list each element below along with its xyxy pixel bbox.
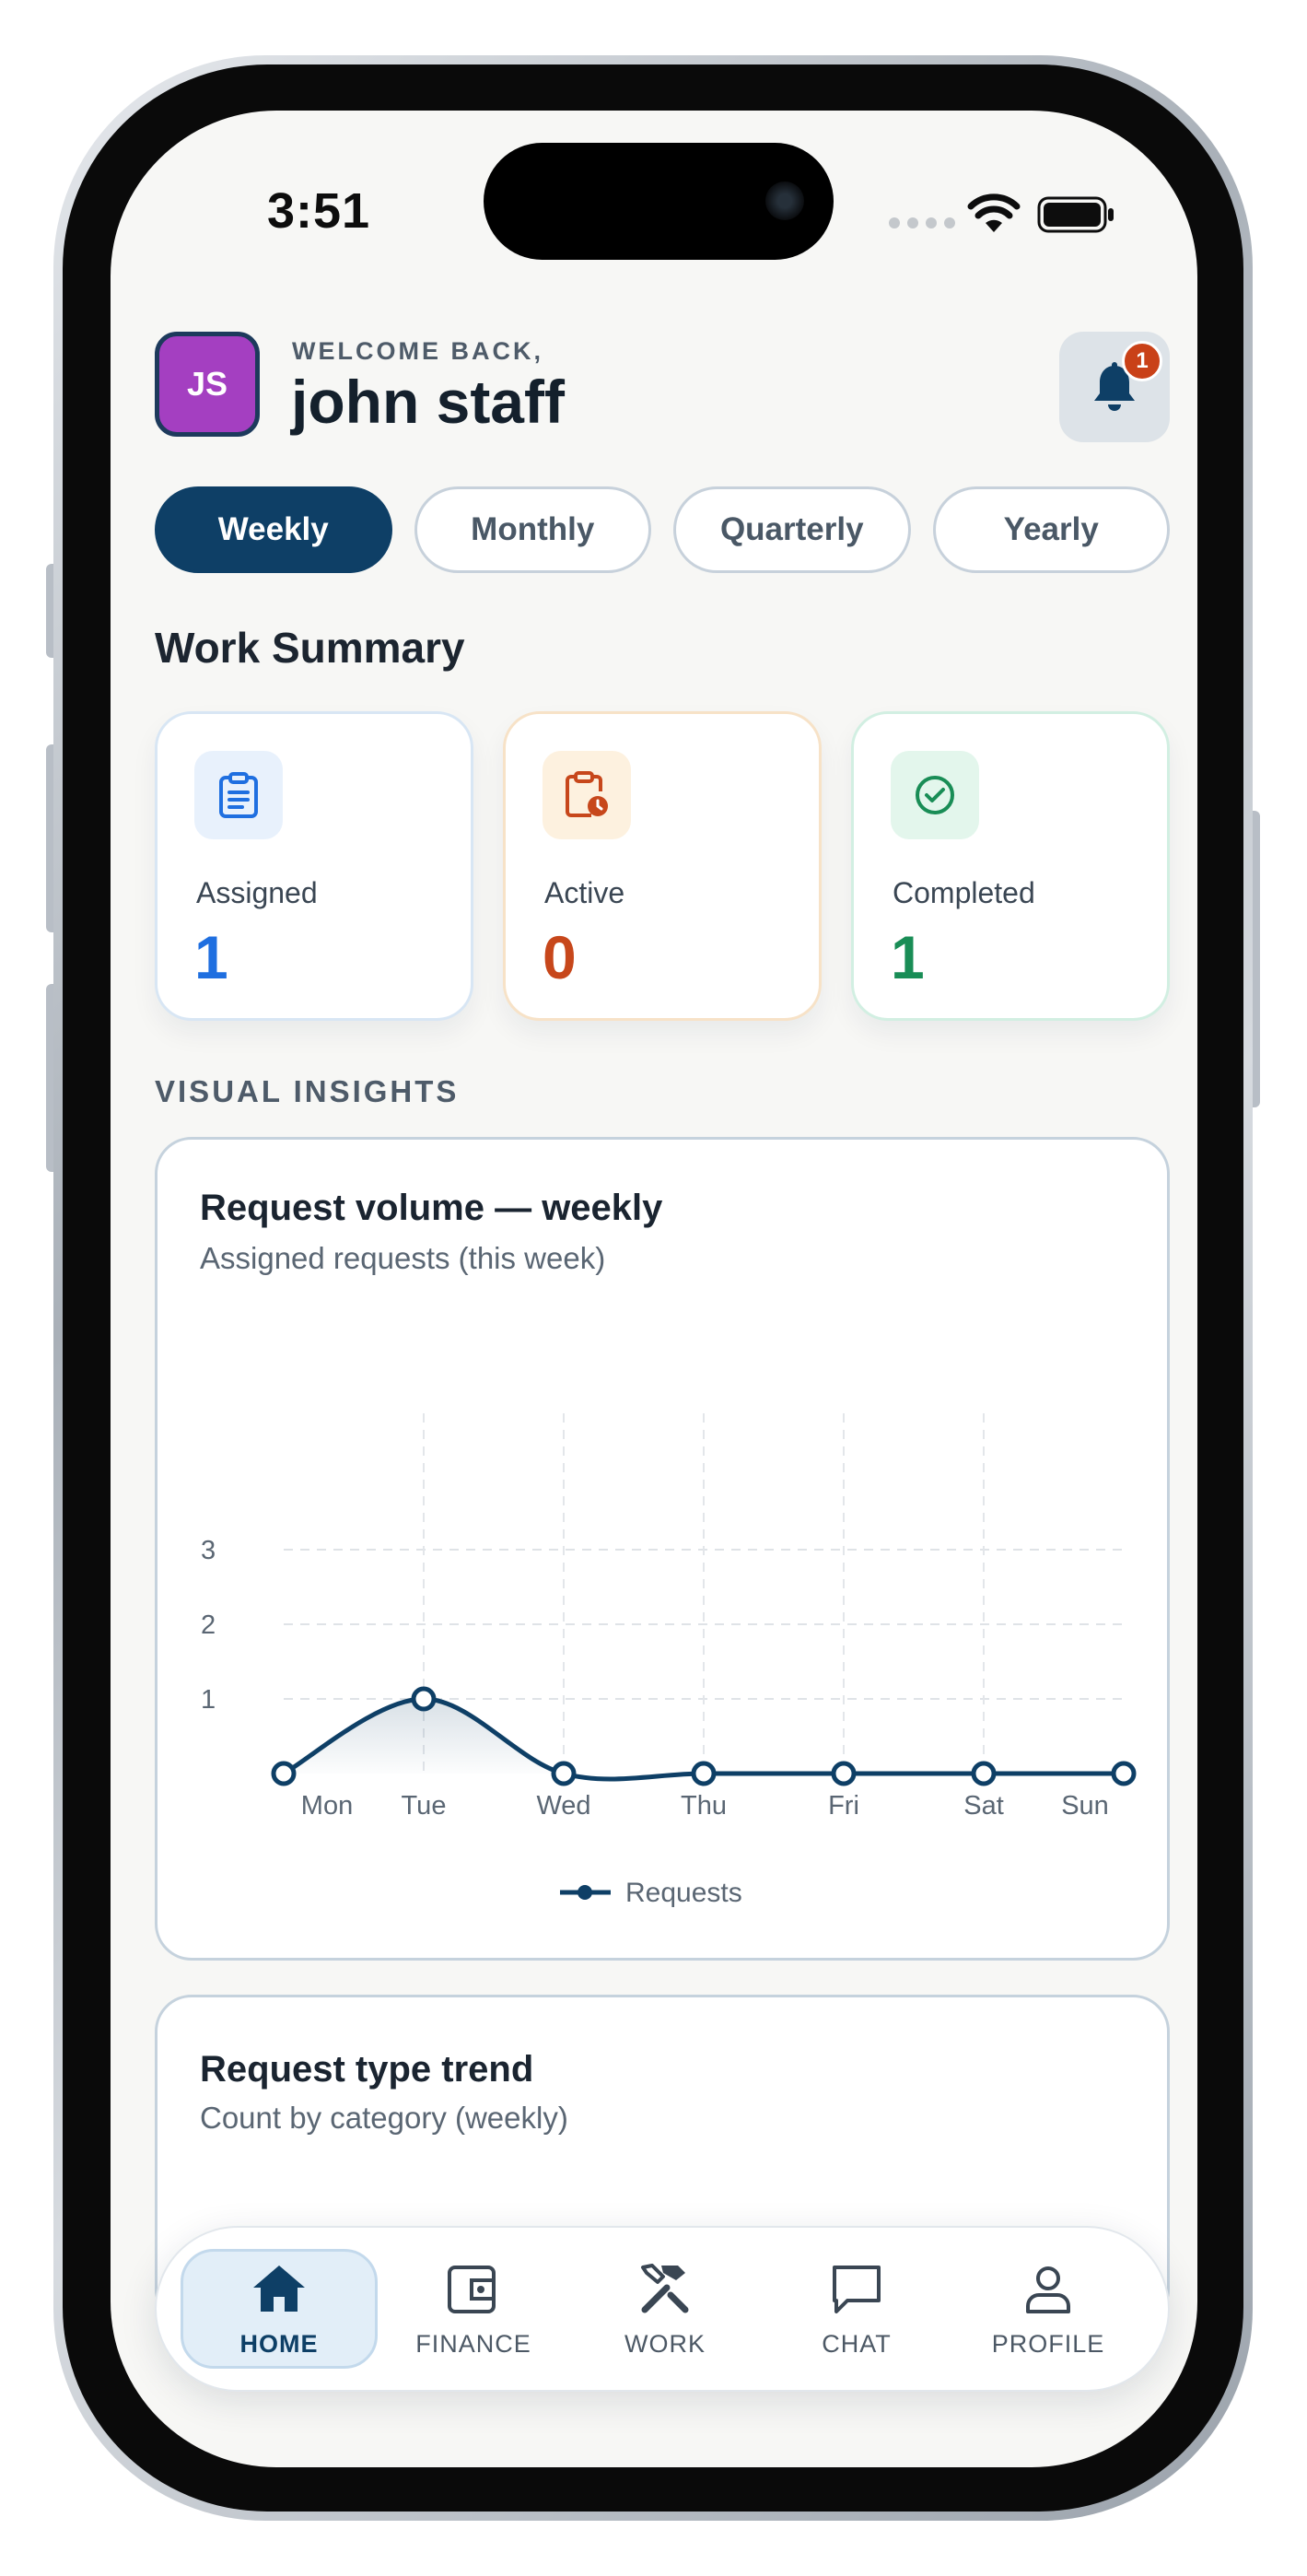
tools-icon	[641, 2263, 689, 2313]
clipboard-list-icon	[194, 751, 283, 839]
user-icon	[1026, 2266, 1070, 2313]
trend-subtitle: Count by category (weekly)	[200, 2101, 568, 2135]
clipboard-clock-icon	[543, 751, 631, 839]
y-tick-label: 3	[201, 1536, 216, 1565]
data-point	[271, 1761, 297, 1786]
tab-weekly[interactable]: Weekly	[155, 486, 392, 573]
data-point	[831, 1761, 857, 1786]
home-icon	[253, 2265, 305, 2312]
battery-icon	[1037, 196, 1114, 233]
nav-home-label: HOME	[239, 2329, 319, 2358]
user-name: john staff	[291, 368, 565, 436]
x-tick-label: Sat	[963, 1791, 1004, 1821]
nav-work-label: WORK	[624, 2329, 706, 2358]
assigned-card[interactable]: Assigned 1	[155, 711, 473, 1021]
tab-monthly[interactable]: Monthly	[414, 486, 651, 573]
insights-section-label: VISUAL INSIGHTS	[155, 1074, 460, 1108]
welcome-label: WELCOME BACK,	[292, 337, 543, 365]
status-time: 3:51	[267, 183, 371, 239]
active-count: 0	[543, 923, 577, 991]
avatar[interactable]: JS	[155, 332, 260, 437]
x-tick-label: Tue	[402, 1791, 447, 1821]
x-tick-label: Wed	[536, 1791, 590, 1821]
completed-count: 1	[891, 923, 925, 991]
completed-card[interactable]: Completed 1	[851, 711, 1170, 1021]
assigned-label: Assigned	[196, 876, 318, 909]
wifi-icon	[967, 193, 1021, 232]
app-screen: 3:51 JS WELCOME BACK, john staff 1 Weekl…	[111, 111, 1197, 2467]
assigned-count: 1	[194, 923, 228, 991]
camera-icon	[765, 181, 804, 220]
period-tabs: Weekly Monthly Quarterly Yearly	[155, 486, 1170, 573]
data-point	[551, 1761, 577, 1786]
wallet-icon	[448, 2265, 496, 2313]
dynamic-island	[484, 143, 834, 260]
tab-quarterly[interactable]: Quarterly	[673, 486, 911, 573]
chat-bubble-icon	[833, 2265, 881, 2313]
data-point	[1111, 1761, 1137, 1786]
chart-title: Request volume — weekly	[200, 1188, 663, 1228]
x-tick-label: Sun	[1061, 1791, 1109, 1821]
tab-yearly[interactable]: Yearly	[932, 486, 1170, 573]
completed-label: Completed	[893, 876, 1035, 909]
request-volume-chart-card: 1 2 3 Mon Tue Wed Thu Fri Sat Sun Requests Reques…	[155, 1137, 1170, 1961]
nav-chat-label: CHAT	[822, 2329, 892, 2358]
x-tick-label: Mon	[301, 1791, 353, 1821]
x-tick-label: Thu	[681, 1791, 727, 1821]
legend-label: Requests	[625, 1878, 742, 1908]
nav-profile[interactable]: PROFILE	[952, 2249, 1144, 2369]
nav-profile-label: PROFILE	[991, 2329, 1105, 2358]
data-point	[691, 1761, 717, 1786]
bottom-nav: HOME FINANCE WORK CHAT PROFILE	[155, 2226, 1170, 2392]
active-label: Active	[544, 876, 625, 909]
y-tick-label: 1	[201, 1685, 216, 1715]
data-point	[971, 1761, 997, 1786]
notification-badge: 1	[1122, 341, 1162, 381]
trend-title: Request type trend	[200, 2049, 534, 2090]
y-tick-label: 2	[201, 1610, 216, 1640]
check-circle-icon	[891, 751, 979, 839]
x-tick-label: Fri	[828, 1791, 859, 1821]
nav-chat[interactable]: CHAT	[761, 2249, 952, 2369]
cellular-signal-icon	[889, 217, 955, 228]
section-title: Work Summary	[155, 624, 465, 672]
nav-home[interactable]: HOME	[181, 2249, 378, 2369]
nav-finance-label: FINANCE	[415, 2329, 531, 2358]
nav-finance[interactable]: FINANCE	[378, 2249, 569, 2369]
data-point	[411, 1686, 437, 1712]
legend-swatch-dot	[578, 1885, 592, 1900]
notifications-button[interactable]: 1	[1059, 332, 1170, 442]
active-card[interactable]: Active 0	[503, 711, 822, 1021]
chart-subtitle: Assigned requests (this week)	[200, 1241, 606, 1275]
nav-work[interactable]: WORK	[569, 2249, 761, 2369]
